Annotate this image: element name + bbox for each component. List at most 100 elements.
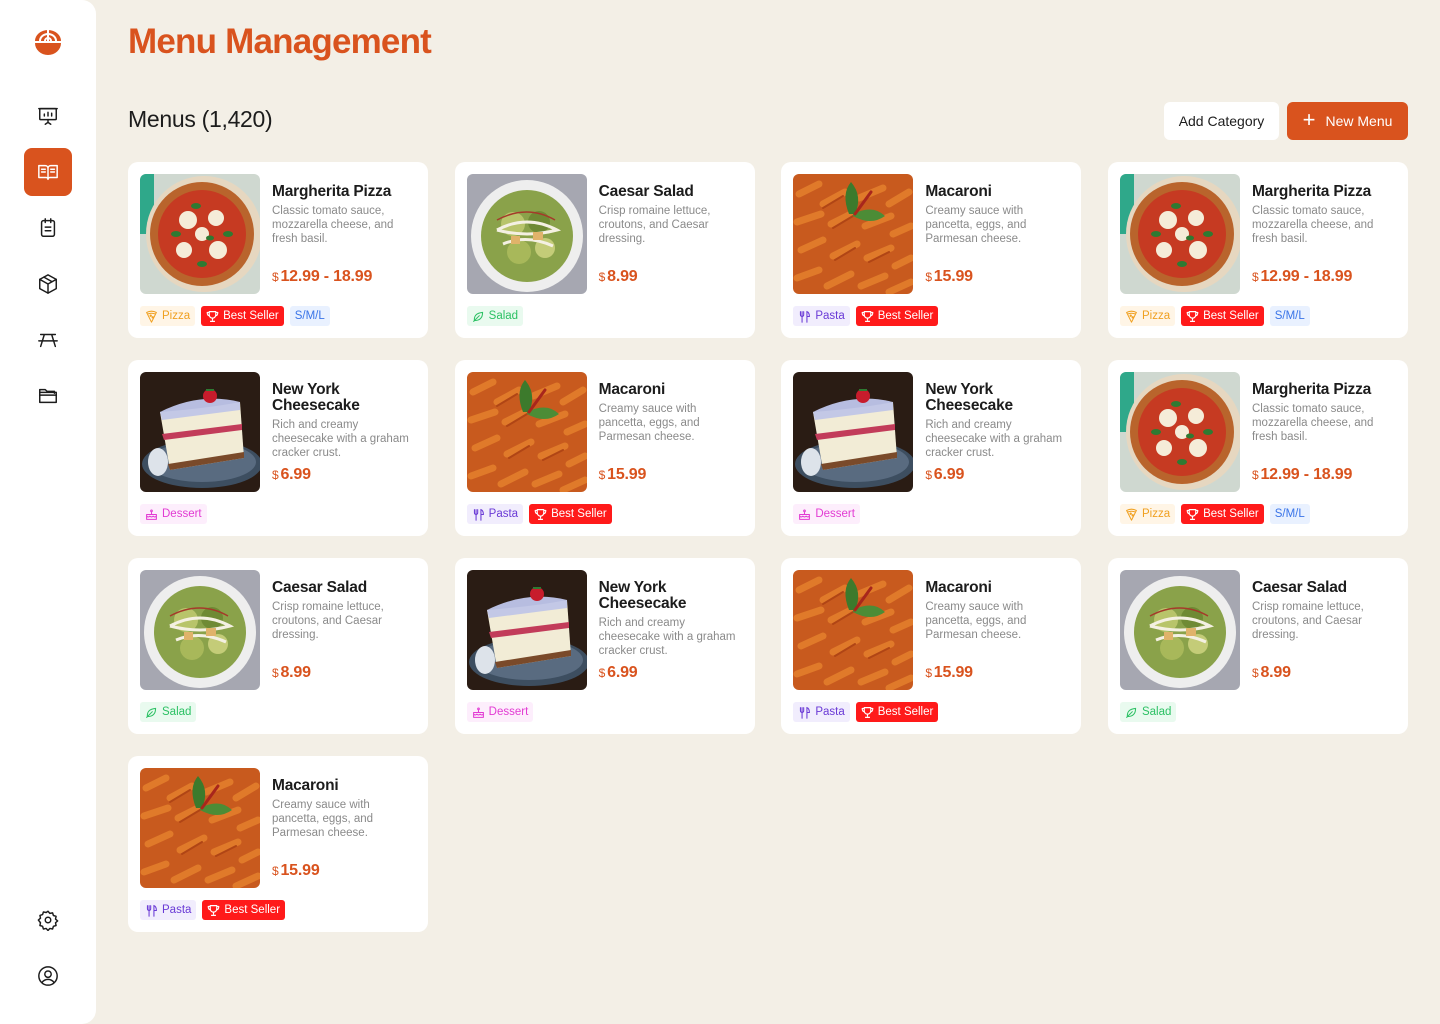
tag-label: Best Seller [223,310,279,322]
currency-symbol: $ [925,468,932,482]
sidebar-item-inventory[interactable] [24,260,72,308]
menu-name: Macaroni [925,183,992,200]
pizza-image [1119,372,1240,492]
tag-pizza: Pizza [1119,504,1176,524]
menu-image [466,570,587,690]
pizza-image [1119,174,1240,294]
currency-symbol: $ [925,270,932,284]
menu-card[interactable]: Caesar Salad Crisp romaine lettuce, crout… [128,558,428,734]
menu-price: $6.99 [599,664,638,682]
new-menu-button[interactable]: + New Menu [1287,102,1408,140]
sidebar-item-dashboard[interactable] [24,92,72,140]
currency-symbol: $ [272,666,279,680]
menu-description: Rich and creamy cheesecake with a graham… [272,419,409,459]
box-icon [39,274,57,294]
menu-info: Macaroni Creamy sauce with pancetta, eggs… [599,382,743,444]
pizza-slice-icon [1126,310,1137,323]
menu-price: $8.99 [1252,664,1291,682]
sidebar-item-settings[interactable] [24,896,72,944]
pizza-slice-icon [1126,508,1137,521]
menu-card[interactable]: Margherita Pizza Classic tomato sauce, mo… [1107,162,1408,338]
menu-info: Caesar Salad Crisp romaine lettuce, crout… [1252,580,1396,642]
menu-name: Macaroni [598,381,666,398]
menu-tags: Pizza Best Seller S/M/L [140,306,330,326]
tag-label: Salad [488,310,519,322]
menu-description: Crisp romaine lettuce, croutons, and Cae… [1251,601,1364,641]
salad-image [140,570,260,690]
menu-name: New York Cheesecake [598,579,687,612]
trophy-icon [861,706,874,718]
menu-card[interactable]: Margherita Pizza Classic tomato sauce, mo… [1107,360,1408,536]
add-category-button[interactable]: Add Category [1164,102,1279,140]
menu-card[interactable]: Macaroni Creamy sauce with pancetta, eggs… [781,558,1082,734]
menu-price: $15.99 [925,664,973,682]
menu-image [1119,372,1240,492]
pasta-image [466,372,587,492]
menu-description: Creamy sauce with pancetta, eggs, and Pa… [272,799,374,839]
menu-card[interactable]: Caesar Salad Crisp romaine lettuce, crout… [1107,558,1408,734]
tag-label: Best Seller [224,904,281,916]
sidebar-item-tables[interactable] [24,316,72,364]
menu-description: Classic tomato sauce, mozzarella cheese,… [1251,403,1374,443]
pasta-image [793,570,914,690]
price-value: 12.99 - 18.99 [280,268,373,285]
tag-label: Pasta [815,706,845,718]
price-value: 15.99 [933,268,973,285]
menu-card[interactable]: New York Cheesecake Rich and creamy chees… [128,360,428,536]
currency-symbol: $ [272,468,279,482]
plus-icon: + [1302,107,1316,132]
sidebar-item-profile[interactable] [24,952,72,1000]
price-value: 6.99 [933,466,965,483]
leaf-icon [146,707,157,718]
menu-price: $15.99 [599,466,647,484]
menu-tags: Pizza Best Seller S/M/L [1119,504,1310,524]
menu-card[interactable]: Macaroni Creamy sauce with pancetta, eggs… [128,756,428,932]
trophy-icon [1186,508,1199,520]
menu-tags: Pasta Best Seller [793,702,939,722]
menu-price: $15.99 [925,268,973,286]
menu-card[interactable]: Macaroni Creamy sauce with pancetta, eggs… [781,162,1082,338]
presentation-chart-icon [38,107,58,125]
currency-symbol: $ [925,666,932,680]
tag-salad: Salad [466,306,524,326]
leaf-icon [1126,707,1137,718]
tag-pasta: Pasta [140,900,197,920]
menu-name: Caesar Salad [1251,579,1347,596]
sidebar-item-files[interactable] [24,372,72,420]
menu-price: $8.99 [272,664,311,682]
menu-name: Margherita Pizza [272,183,392,200]
currency-symbol: $ [598,270,606,284]
menu-card[interactable]: Caesar Salad Crisp romaine lettuce, crout… [454,162,755,338]
tag-label: Salad [162,706,192,718]
menu-image [140,174,260,294]
fork-knife-icon [800,310,811,323]
tag-label: Dessert [488,706,529,718]
price-value: 6.99 [607,664,638,681]
cheesecake-image [793,372,914,492]
sidebar-item-menu[interactable] [24,148,72,196]
price-value: 15.99 [933,664,973,681]
tag-best: Best Seller [855,702,939,722]
fork-knife-icon [473,508,484,521]
menu-description: Rich and creamy cheesecake with a graham… [598,617,736,657]
menu-image [466,372,587,492]
menu-image [1119,570,1240,690]
menu-info: New York Cheesecake Rich and creamy chees… [272,382,416,460]
menu-tags: Dessert [466,702,534,722]
tag-dessert: Dessert [140,504,207,524]
menu-card[interactable]: Margherita Pizza Classic tomato sauce, mo… [128,162,428,338]
menu-card[interactable]: New York Cheesecake Rich and creamy chees… [454,558,755,734]
menu-tags: Dessert [793,504,860,524]
sidebar-item-orders[interactable] [24,204,72,252]
menu-image [466,174,587,294]
menu-tags: Dessert [140,504,207,524]
salad-image [1119,570,1240,690]
menu-card[interactable]: Macaroni Creamy sauce with pancetta, eggs… [454,360,755,536]
tag-label: Dessert [162,508,202,520]
bowl-logo-icon[interactable] [32,26,64,58]
tag-pizza: Pizza [140,306,196,326]
menu-price: $6.99 [272,466,311,484]
menu-card[interactable]: New York Cheesecake Rich and creamy chees… [781,360,1082,536]
menu-grid: Margherita Pizza Classic tomato sauce, mo… [128,162,1408,932]
tag-label: S/M/L [1274,508,1305,520]
